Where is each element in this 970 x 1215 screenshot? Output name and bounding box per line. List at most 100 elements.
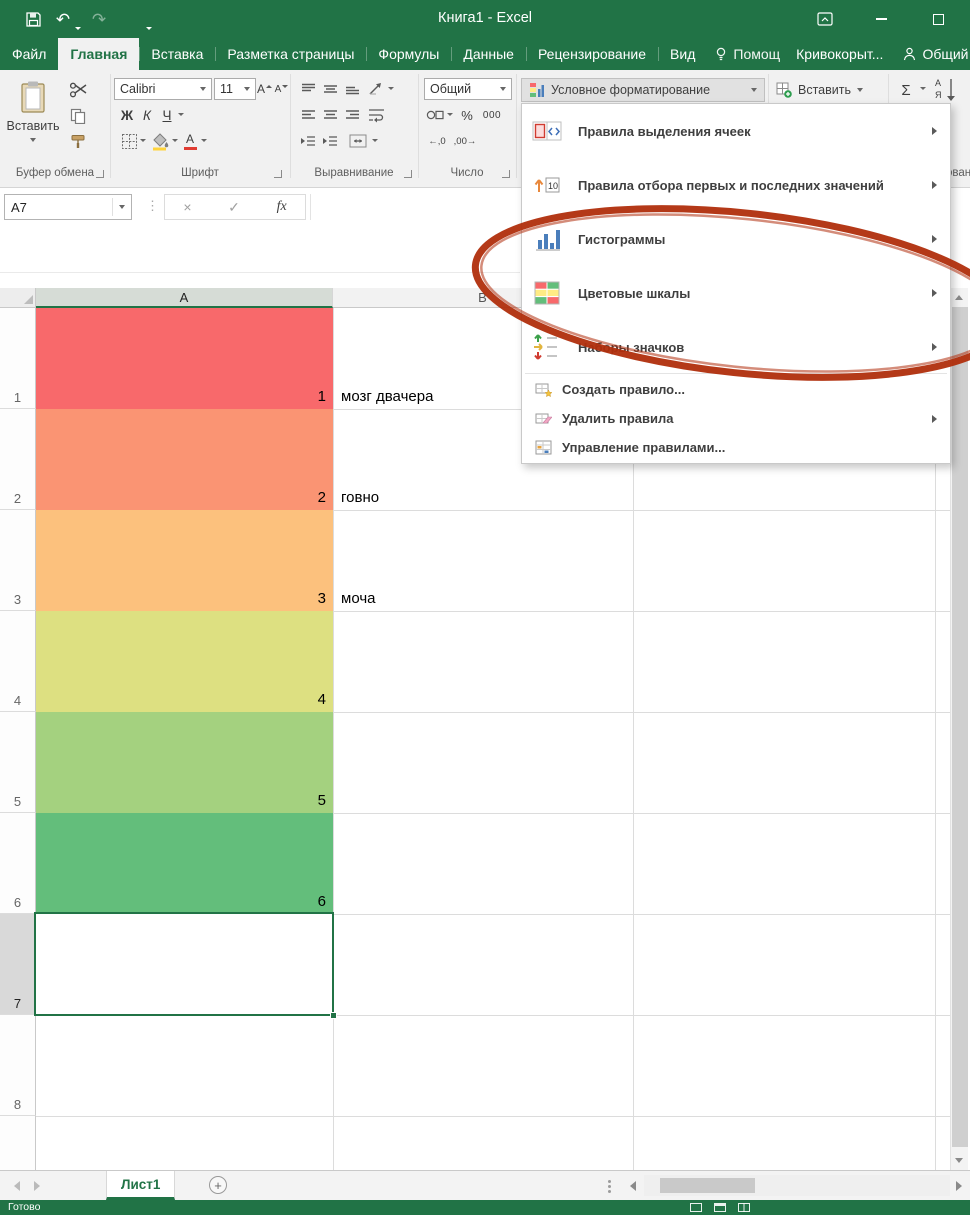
- borders-icon[interactable]: [118, 130, 140, 152]
- align-right-icon[interactable]: [342, 105, 362, 125]
- borders-dropdown-icon[interactable]: [140, 139, 146, 142]
- cell-b3[interactable]: моча: [334, 510, 632, 611]
- page-break-view-icon[interactable]: [738, 1203, 750, 1212]
- tab-view[interactable]: Вид: [658, 38, 707, 70]
- fill-color-icon[interactable]: [148, 130, 172, 152]
- minimize-button[interactable]: [860, 0, 902, 38]
- italic-button[interactable]: К: [138, 104, 156, 126]
- name-box-dropdown-icon[interactable]: [119, 205, 125, 209]
- account-name[interactable]: Кривокорыт...: [788, 38, 891, 70]
- autosum-button[interactable]: Σ: [894, 79, 918, 101]
- sheet-nav-left-icon[interactable]: [14, 1181, 20, 1191]
- cut-icon[interactable]: [66, 80, 90, 100]
- increase-font-icon[interactable]: А: [256, 78, 273, 100]
- vertical-scrollbar-thumb[interactable]: [952, 307, 968, 1147]
- row-header-8[interactable]: 8: [0, 1015, 36, 1116]
- maximize-button[interactable]: [917, 0, 959, 38]
- cancel-icon[interactable]: ×: [183, 199, 191, 215]
- menu-item-top-bottom-rules[interactable]: 10 Правила отбора первых и последних зна…: [522, 158, 950, 212]
- tab-page-layout[interactable]: Разметка страницы: [215, 38, 366, 70]
- row-header-3[interactable]: 3: [0, 510, 36, 611]
- insert-function-icon[interactable]: fx: [277, 199, 287, 215]
- fill-color-dropdown-icon[interactable]: [172, 139, 178, 142]
- accounting-dropdown-icon[interactable]: [447, 113, 453, 116]
- tab-formulas[interactable]: Формулы: [366, 38, 451, 70]
- copy-icon[interactable]: [66, 106, 90, 126]
- orientation-dropdown-icon[interactable]: [388, 87, 394, 90]
- sheet-nav-right-icon[interactable]: [34, 1181, 40, 1191]
- normal-view-icon[interactable]: [690, 1203, 702, 1212]
- menu-item-new-rule[interactable]: Создать правило...: [522, 375, 950, 404]
- formula-bar-resize-handle[interactable]: ⋮: [146, 199, 159, 212]
- decrease-indent-icon[interactable]: [298, 131, 318, 151]
- cell-a2[interactable]: 2: [36, 409, 333, 510]
- row-header-5[interactable]: 5: [0, 712, 36, 813]
- menu-item-highlight-cells-rules[interactable]: Правила выделения ячеек: [522, 104, 950, 158]
- tell-me-box[interactable]: Помощ: [707, 38, 788, 70]
- increase-decimal-icon[interactable]: ←,0: [424, 131, 450, 151]
- tab-review[interactable]: Рецензирование: [525, 38, 658, 70]
- cell-a6[interactable]: 6: [36, 813, 333, 914]
- menu-item-icon-sets[interactable]: Наборы значков: [522, 320, 950, 374]
- number-dialog-launcher-icon[interactable]: [502, 170, 510, 178]
- fill-handle[interactable]: [330, 1012, 337, 1019]
- increase-indent-icon[interactable]: [320, 131, 340, 151]
- cell-a3[interactable]: 3: [36, 510, 333, 611]
- share-button[interactable]: Общий до...: [891, 38, 970, 70]
- format-painter-icon[interactable]: [66, 132, 90, 152]
- cell-a5[interactable]: 5: [36, 712, 333, 813]
- cell-a1[interactable]: 1: [36, 308, 333, 409]
- comma-style-button[interactable]: 000: [478, 105, 506, 125]
- row-header-6[interactable]: 6: [0, 813, 36, 914]
- tab-splitter-handle[interactable]: [608, 1180, 611, 1183]
- row-header-1[interactable]: 1: [0, 308, 36, 409]
- underline-button[interactable]: Ч: [158, 104, 176, 126]
- vertical-scrollbar[interactable]: [950, 288, 968, 1170]
- alignment-dialog-launcher-icon[interactable]: [404, 170, 412, 178]
- autosum-dropdown-icon[interactable]: [920, 87, 926, 90]
- font-dialog-launcher-icon[interactable]: [274, 170, 282, 178]
- ribbon-display-options-icon[interactable]: [804, 0, 846, 38]
- wrap-text-icon[interactable]: [366, 105, 386, 125]
- horizontal-scrollbar[interactable]: [644, 1175, 950, 1196]
- menu-item-manage-rules[interactable]: Управление правилами...: [522, 433, 950, 462]
- accounting-format-icon[interactable]: [424, 105, 446, 125]
- paste-dropdown-icon[interactable]: [30, 138, 36, 142]
- cell-a4[interactable]: 4: [36, 611, 333, 712]
- row-header-2[interactable]: 2: [0, 409, 36, 510]
- underline-dropdown-icon[interactable]: [178, 113, 184, 116]
- align-middle-icon[interactable]: [320, 79, 340, 99]
- row-header-4[interactable]: 4: [0, 611, 36, 712]
- paste-button[interactable]: Вставить: [4, 76, 62, 164]
- decrease-decimal-icon[interactable]: ,00→: [452, 131, 478, 151]
- hscroll-left-icon[interactable]: [630, 1181, 636, 1191]
- align-bottom-icon[interactable]: [342, 79, 362, 99]
- align-top-icon[interactable]: [298, 79, 318, 99]
- enter-icon[interactable]: ✓: [228, 199, 240, 216]
- sort-filter-icon[interactable]: АЯ: [934, 76, 958, 102]
- name-box[interactable]: A7: [4, 194, 132, 220]
- page-layout-view-icon[interactable]: [714, 1203, 726, 1212]
- align-center-icon[interactable]: [320, 105, 340, 125]
- number-format-combo[interactable]: Общий: [424, 78, 512, 100]
- row-header-partial[interactable]: [0, 1116, 36, 1170]
- merge-center-icon[interactable]: [348, 131, 368, 151]
- tab-file[interactable]: Файл: [0, 38, 58, 70]
- merge-dropdown-icon[interactable]: [372, 139, 378, 142]
- select-all-button[interactable]: [0, 288, 36, 308]
- menu-item-color-scales[interactable]: Цветовые шкалы: [522, 266, 950, 320]
- align-left-icon[interactable]: [298, 105, 318, 125]
- horizontal-scrollbar-thumb[interactable]: [660, 1178, 755, 1193]
- menu-item-clear-rules[interactable]: Удалить правила: [522, 404, 950, 433]
- font-size-combo[interactable]: 11: [214, 78, 256, 100]
- tab-home[interactable]: Главная: [58, 38, 140, 70]
- menu-item-data-bars[interactable]: Гистограммы: [522, 212, 950, 266]
- scroll-down-icon[interactable]: [955, 1158, 963, 1163]
- conditional-formatting-button[interactable]: Условное форматирование: [521, 78, 765, 102]
- tab-data[interactable]: Данные: [451, 38, 526, 70]
- percent-style-button[interactable]: %: [458, 105, 476, 125]
- clipboard-dialog-launcher-icon[interactable]: [96, 170, 104, 178]
- hscroll-right-icon[interactable]: [956, 1181, 962, 1191]
- column-header-a[interactable]: A: [36, 288, 333, 308]
- add-sheet-button[interactable]: +: [209, 1176, 227, 1194]
